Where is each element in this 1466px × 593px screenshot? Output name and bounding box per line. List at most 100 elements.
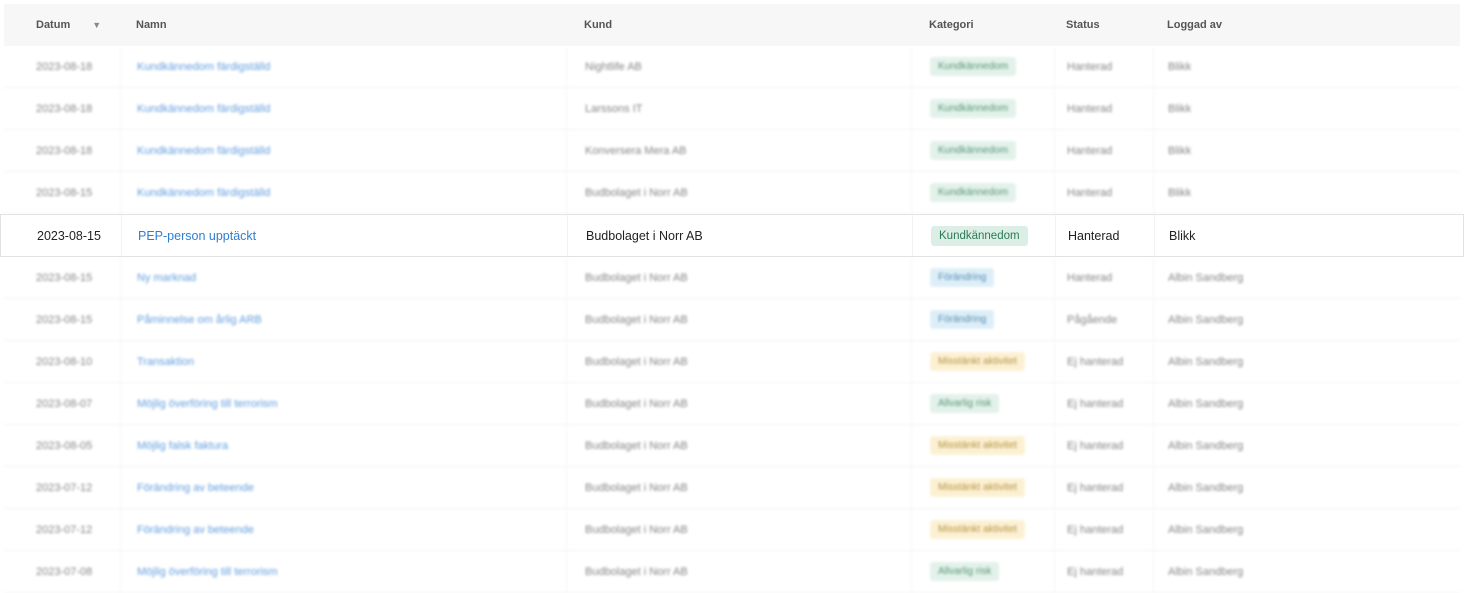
cell-name: Förändring av beteende: [120, 467, 566, 508]
status-text: Hanterad: [1067, 102, 1113, 115]
customer-text: Larssons IT: [585, 102, 643, 115]
cell-customer: Budbolaget i Norr AB: [566, 551, 911, 592]
table-row[interactable]: 2023-07-12 Förändring av beteende Budbolag…: [4, 509, 1460, 551]
table-row[interactable]: 2023-08-15 PEP-person upptäckt Budbolaget …: [0, 214, 1464, 257]
cell-logged-by: Albin Sandberg: [1153, 257, 1460, 298]
cell-status: Hanterad: [1054, 172, 1153, 213]
category-badge: Kundkännedom: [930, 57, 1017, 76]
date-text: 2023-08-15: [36, 186, 93, 199]
event-name-link[interactable]: Kundkännedom färdigställd: [137, 103, 270, 115]
event-name-link[interactable]: Transaktion: [137, 356, 194, 368]
cell-status: Hanterad: [1054, 88, 1153, 129]
category-badge: Kundkännedom: [930, 141, 1017, 160]
table-row[interactable]: 2023-08-15 Kundkännedom färdigställd Budbo…: [4, 172, 1460, 214]
cell-status: Ej hanterad: [1054, 467, 1153, 508]
cell-name: Kundkännedom färdigställd: [120, 130, 566, 171]
date-text: 2023-08-15: [36, 313, 93, 326]
logged-by-text: Blikk: [1168, 144, 1192, 157]
table-row[interactable]: 2023-08-18 Kundkännedom färdigställd Night…: [4, 46, 1460, 88]
column-header-date-label: Datum: [36, 19, 71, 31]
cell-logged-by: Blikk: [1153, 46, 1460, 87]
status-text: Hanterad: [1067, 186, 1113, 199]
event-name-link[interactable]: Kundkännedom färdigställd: [137, 145, 270, 157]
event-name-link[interactable]: Möjlig överföring till terrorism: [137, 566, 278, 578]
customer-text: Budbolaget i Norr AB: [585, 481, 688, 494]
event-name-link[interactable]: Påminnelse om årlig ARB: [137, 314, 262, 326]
chevron-down-icon[interactable]: ▼: [92, 20, 101, 30]
column-header-category[interactable]: Kategori: [911, 4, 1054, 46]
column-header-customer[interactable]: Kund: [566, 4, 911, 46]
category-badge: Förändring: [930, 310, 995, 329]
cell-logged-by: Albin Sandberg: [1153, 467, 1460, 508]
cell-customer: Budbolaget i Norr AB: [566, 341, 911, 382]
cell-logged-by: Blikk: [1153, 172, 1460, 213]
customer-text: Budbolaget i Norr AB: [585, 186, 688, 199]
cell-date: 2023-08-15: [4, 257, 120, 298]
cell-customer: Budbolaget i Norr AB: [566, 467, 911, 508]
cell-customer: Budbolaget i Norr AB: [566, 299, 911, 340]
cell-category: Kundkännedom: [911, 172, 1054, 213]
column-header-date[interactable]: Datum ▼: [4, 4, 120, 46]
status-text: Hanterad: [1068, 228, 1120, 243]
cell-date: 2023-07-08: [4, 551, 120, 592]
event-name-link[interactable]: Kundkännedom färdigställd: [137, 187, 270, 199]
cell-status: Ej hanterad: [1054, 341, 1153, 382]
cell-category: Kundkännedom: [911, 130, 1054, 171]
date-text: 2023-08-18: [36, 102, 93, 115]
cell-name: PEP-person upptäckt: [121, 215, 567, 256]
date-text: 2023-08-18: [36, 144, 93, 157]
events-table: Datum ▼ Namn Kund Kategori Status Loggad…: [0, 4, 1464, 593]
table-row[interactable]: 2023-07-12 Förändring av beteende Budbolag…: [4, 467, 1460, 509]
event-name-link[interactable]: Förändring av beteende: [137, 524, 254, 536]
cell-name: Ny marknad: [120, 257, 566, 298]
date-text: 2023-08-18: [36, 60, 93, 73]
cell-date: 2023-08-18: [4, 88, 120, 129]
table-row[interactable]: 2023-08-07 Möjlig överföring till terrori…: [4, 383, 1460, 425]
cell-name: Möjlig överföring till terrorism: [120, 551, 566, 592]
column-header-customer-label: Kund: [584, 19, 613, 31]
date-text: 2023-08-05: [36, 439, 93, 452]
customer-text: Budbolaget i Norr AB: [585, 313, 688, 326]
event-name-link[interactable]: Förändring av beteende: [137, 482, 254, 494]
cell-category: Kundkännedom: [911, 88, 1054, 129]
event-name-link[interactable]: Möjlig överföring till terrorism: [137, 398, 278, 410]
category-badge: Kundkännedom: [930, 99, 1017, 118]
table-row[interactable]: 2023-08-10 Transaktion Budbolaget i Norr A…: [4, 341, 1460, 383]
date-text: 2023-07-08: [36, 565, 93, 578]
status-text: Ej hanterad: [1067, 481, 1124, 494]
event-name-link[interactable]: Kundkännedom färdigställd: [137, 61, 270, 73]
event-name-link[interactable]: PEP-person upptäckt: [138, 229, 256, 243]
cell-logged-by: Albin Sandberg: [1153, 551, 1460, 592]
cell-category: Misstänkt aktivitet: [911, 467, 1054, 508]
table-row[interactable]: 2023-08-18 Kundkännedom färdigställd Konve…: [4, 130, 1460, 172]
cell-status: Pågående: [1054, 299, 1153, 340]
cell-status: Ej hanterad: [1054, 425, 1153, 466]
status-text: Hanterad: [1067, 144, 1113, 157]
customer-text: Budbolaget i Norr AB: [585, 271, 688, 284]
cell-category: Misstänkt aktivitet: [911, 425, 1054, 466]
category-badge: Misstänkt aktivitet: [930, 478, 1025, 497]
date-text: 2023-08-15: [36, 271, 93, 284]
customer-text: Konversera Mera AB: [585, 144, 687, 157]
date-text: 2023-07-12: [36, 523, 93, 536]
status-text: Ej hanterad: [1067, 355, 1124, 368]
cell-name: Påminnelse om årlig ARB: [120, 299, 566, 340]
column-header-status[interactable]: Status: [1054, 4, 1153, 46]
event-name-link[interactable]: Ny marknad: [137, 272, 196, 284]
table-row[interactable]: 2023-08-15 Ny marknad Budbolaget i Norr AB…: [4, 257, 1460, 299]
cell-name: Kundkännedom färdigställd: [120, 172, 566, 213]
category-badge: Misstänkt aktivitet: [930, 520, 1025, 539]
cell-category: Misstänkt aktivitet: [911, 341, 1054, 382]
event-name-link[interactable]: Möjlig falsk faktura: [137, 440, 228, 452]
cell-category: Kundkännedom: [912, 215, 1055, 256]
cell-date: 2023-08-15: [5, 215, 121, 256]
table-row[interactable]: 2023-08-05 Möjlig falsk faktura Budbolaget…: [4, 425, 1460, 467]
status-text: Ej hanterad: [1067, 397, 1124, 410]
date-text: 2023-07-12: [36, 481, 93, 494]
customer-text: Budbolaget i Norr AB: [585, 355, 688, 368]
table-row[interactable]: 2023-08-15 Påminnelse om årlig ARB Budbola…: [4, 299, 1460, 341]
cell-logged-by: Albin Sandberg: [1153, 341, 1460, 382]
table-row[interactable]: 2023-08-18 Kundkännedom färdigställd Larss…: [4, 88, 1460, 130]
column-header-logged-by[interactable]: Loggad av: [1153, 4, 1460, 46]
column-header-name[interactable]: Namn: [120, 4, 566, 46]
